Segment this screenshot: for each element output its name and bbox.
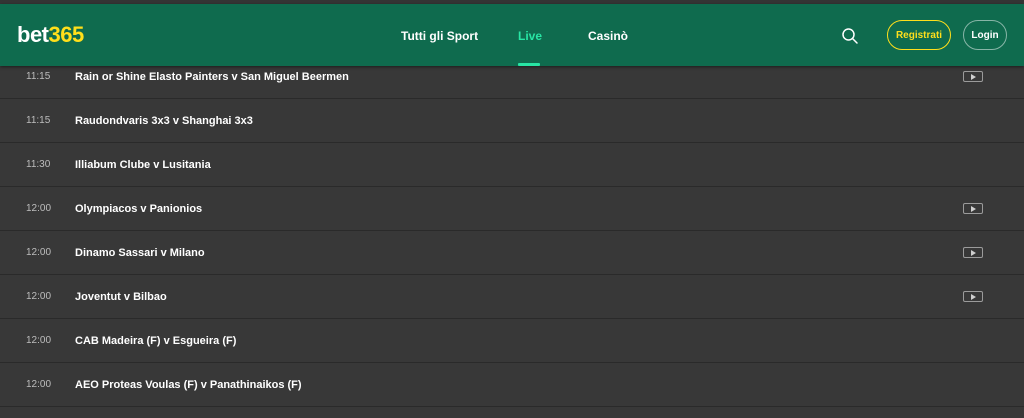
site-header: bet365 Tutti gli Sport Live Casinò Regis… [0,4,1024,66]
event-match: Joventut v Bilbao [75,291,167,303]
event-match: Dinamo Sassari v Milano [75,247,205,259]
event-match: Raudondvaris 3x3 v Shanghai 3x3 [75,115,253,127]
event-list: 11:15 Rain or Shine Elasto Painters v Sa… [0,55,1024,407]
video-icon[interactable] [963,291,983,302]
event-time: 12:00 [26,203,52,214]
event-time: 12:00 [26,247,52,258]
event-match: AEO Proteas Voulas (F) v Panathinaikos (… [75,379,302,391]
logo-text-bet: bet [17,22,49,47]
event-match: Rain or Shine Elasto Painters v San Migu… [75,71,349,83]
event-time: 12:00 [26,291,52,302]
event-time: 11:15 [26,115,51,126]
event-row[interactable]: 12:00 CAB Madeira (F) v Esgueira (F) [0,319,1024,363]
login-button[interactable]: Login [963,20,1007,50]
event-match: Olympiacos v Panionios [75,203,203,215]
video-icon[interactable] [963,71,983,82]
event-row[interactable]: 12:00 Joventut v Bilbao [0,275,1024,319]
logo-text-365: 365 [48,22,85,47]
nav-active-indicator [518,63,540,66]
bet365-logo[interactable]: bet365 [17,21,84,49]
event-time: 11:30 [26,159,51,170]
event-time: 12:00 [26,379,52,390]
video-icon[interactable] [963,203,983,214]
event-time: 11:15 [26,71,51,82]
video-icon[interactable] [963,247,983,258]
nav-tutti-gli-sport[interactable]: Tutti gli Sport [401,28,478,44]
search-icon[interactable] [841,27,859,45]
nav-live[interactable]: Live [518,28,542,44]
event-match: CAB Madeira (F) v Esgueira (F) [75,335,237,347]
nav-casino[interactable]: Casinò [588,28,628,44]
event-row[interactable]: 12:00 Dinamo Sassari v Milano [0,231,1024,275]
event-row[interactable]: 12:00 AEO Proteas Voulas (F) v Panathina… [0,363,1024,407]
event-row[interactable]: 11:30 Illiabum Clube v Lusitania [0,143,1024,187]
event-time: 12:00 [26,335,52,346]
event-match: Illiabum Clube v Lusitania [75,159,211,171]
event-row[interactable]: 12:00 Olympiacos v Panionios [0,187,1024,231]
register-button[interactable]: Registrati [887,20,951,50]
event-row[interactable]: 11:15 Raudondvaris 3x3 v Shanghai 3x3 [0,99,1024,143]
